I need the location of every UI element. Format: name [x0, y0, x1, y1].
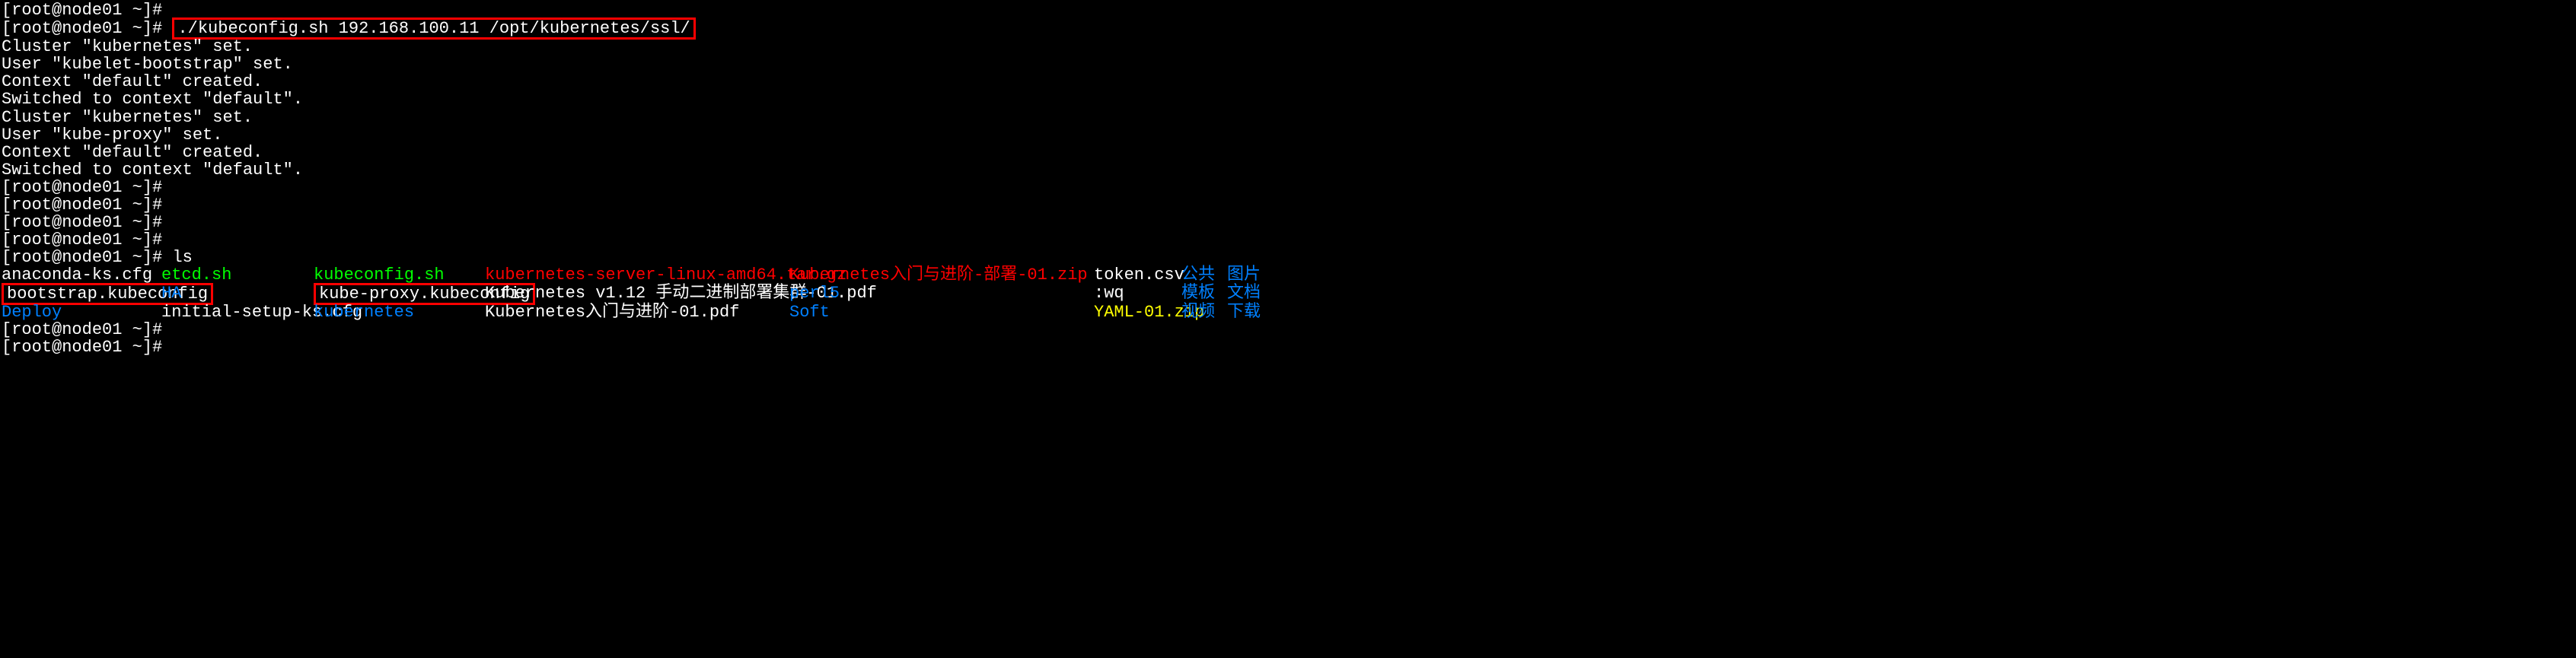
file-kubeconfig-sh: kubeconfig.sh	[314, 266, 485, 284]
output-line: Cluster "kubernetes" set.	[2, 38, 2574, 56]
file-initial-setup: initial-setup-ks.cfg	[161, 304, 314, 321]
output-line: User "kube-proxy" set.	[2, 126, 2574, 144]
dir-ha: HA	[161, 284, 314, 304]
prompt-line: [root@node01 ~]#	[2, 339, 2574, 356]
file-token-csv: token.csv	[1094, 266, 1181, 284]
file-k8s-pdf-2: Kubernetes入门与进阶-01.pdf	[485, 304, 789, 321]
ls-row-1: anaconda-ks.cfg etcd.sh kubeconfig.sh ku…	[2, 266, 2574, 284]
output-line: Cluster "kubernetes" set.	[2, 109, 2574, 126]
prompt-line: [root@node01 ~]#	[2, 196, 2574, 214]
dir-downloads: 下载	[1227, 304, 1273, 321]
terminal-output[interactable]: [root@node01 ~]# [root@node01 ~]# ./kube…	[2, 2, 2574, 356]
ls-row-3: Deploy initial-setup-ks.cfg kubernetes K…	[2, 304, 2574, 321]
dir-public: 公共	[1181, 266, 1227, 284]
command-line-1: [root@node01 ~]# ./kubeconfig.sh 192.168…	[2, 19, 2574, 38]
prompt: [root@node01 ~]#	[2, 248, 172, 267]
output-line: Context "default" created.	[2, 144, 2574, 161]
dir-deploy: Deploy	[2, 304, 161, 321]
ls-command: ls	[172, 248, 192, 267]
prompt-line: [root@node01 ~]#	[2, 321, 2574, 339]
output-line: User "kubelet-bootstrap" set.	[2, 56, 2574, 73]
prompt-line: [root@node01 ~]#	[2, 2, 2574, 19]
prompt: [root@node01 ~]#	[2, 195, 162, 215]
prompt: [root@node01 ~]#	[2, 320, 162, 339]
dir-perl5: perl5	[789, 284, 1094, 304]
prompt: [root@node01 ~]#	[2, 19, 172, 38]
file-k8s-zip: Kubernetes入门与进阶-部署-01.zip	[789, 266, 1094, 284]
prompt: [root@node01 ~]#	[2, 230, 162, 250]
prompt: [root@node01 ~]#	[2, 338, 162, 357]
file-yaml-zip: YAML-01.zip	[1094, 304, 1181, 321]
highlighted-command: ./kubeconfig.sh 192.168.100.11 /opt/kube…	[172, 17, 695, 40]
dir-documents: 文档	[1227, 284, 1273, 304]
output-line: Context "default" created.	[2, 73, 2574, 91]
file-k8s-server-tar: kubernetes-server-linux-amd64.tar.gz	[485, 266, 789, 284]
output-line: Switched to context "default".	[2, 161, 2574, 179]
file-etcd-sh: etcd.sh	[161, 266, 314, 284]
prompt: [root@node01 ~]#	[2, 213, 162, 232]
file-wq: :wq	[1094, 284, 1181, 304]
dir-templates: 模板	[1181, 284, 1227, 304]
dir-videos: 视频	[1181, 304, 1227, 321]
prompt-line: [root@node01 ~]#	[2, 214, 2574, 231]
prompt: [root@node01 ~]#	[2, 1, 162, 20]
dir-kubernetes: kubernetes	[314, 304, 485, 321]
dir-pictures: 图片	[1227, 266, 1273, 284]
prompt: [root@node01 ~]#	[2, 178, 162, 197]
file-k8s-pdf-1: Kubernetes v1.12 手动二进制部署集群-01.pdf	[485, 284, 789, 304]
prompt-line: [root@node01 ~]#	[2, 179, 2574, 196]
prompt-line: [root@node01 ~]#	[2, 231, 2574, 249]
dir-soft: Soft	[789, 304, 1094, 321]
command-line-2: [root@node01 ~]# ls	[2, 249, 2574, 266]
file-anaconda: anaconda-ks.cfg	[2, 266, 161, 284]
output-line: Switched to context "default".	[2, 91, 2574, 108]
ls-row-2: bootstrap.kubeconfig HA kube-proxy.kubec…	[2, 284, 2574, 304]
